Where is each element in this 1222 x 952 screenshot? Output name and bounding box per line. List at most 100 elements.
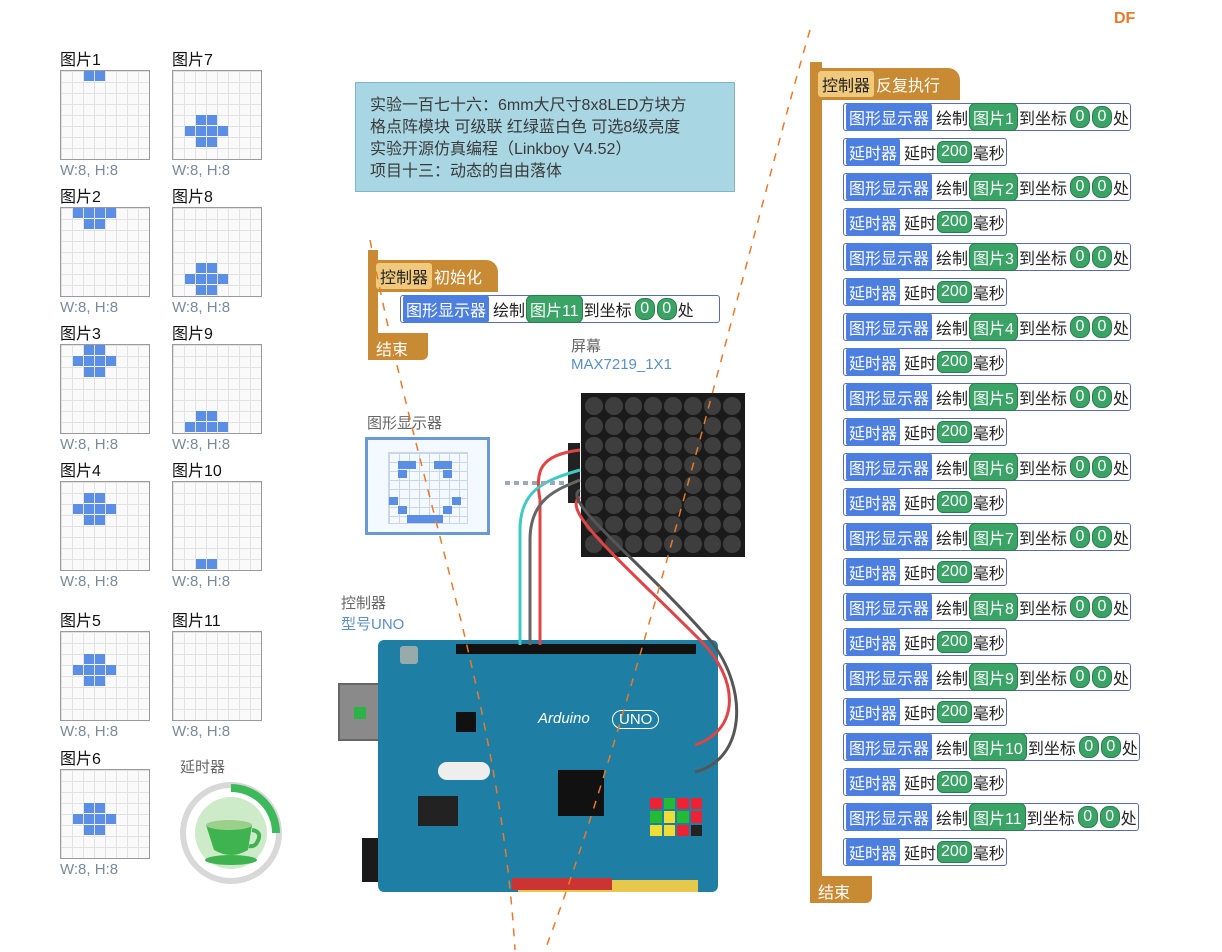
loop-delay-statement[interactable]: 延时器 延时 200 毫秒	[843, 278, 1007, 306]
y-value[interactable]: 0	[1091, 526, 1112, 548]
module-chip: 延时器	[846, 278, 901, 306]
x-value[interactable]: 0	[1069, 386, 1090, 408]
image-chip[interactable]: 图片3	[969, 243, 1018, 271]
loop-delay-statement[interactable]: 延时器 延时 200 毫秒	[843, 768, 1007, 796]
x-value[interactable]: 0	[1078, 736, 1099, 758]
loop-draw-statement[interactable]: 图形显示器 绘制 图片6 到坐标 0 0 处	[843, 453, 1131, 481]
action-text: 延时	[904, 426, 937, 443]
loop-delay-statement[interactable]: 延时器 延时 200 毫秒	[843, 698, 1007, 726]
action-text: 绘制	[936, 811, 969, 828]
suffix-text: 处	[1112, 461, 1129, 478]
y-value[interactable]: 0	[1099, 806, 1120, 828]
module-chip: 延时器	[846, 488, 901, 516]
loop-draw-statement[interactable]: 图形显示器 绘制 图片4 到坐标 0 0 处	[843, 313, 1131, 341]
loop-draw-statement[interactable]: 图形显示器 绘制 图片3 到坐标 0 0 处	[843, 243, 1131, 271]
delay-value[interactable]: 200	[937, 841, 972, 863]
module-chip: 延时器	[846, 418, 901, 446]
x-value[interactable]: 0	[1077, 806, 1098, 828]
x-value[interactable]: 0	[1069, 596, 1090, 618]
image-chip[interactable]: 图片8	[969, 593, 1018, 621]
action-text: 延时	[904, 776, 937, 793]
image-chip[interactable]: 图片11	[969, 803, 1026, 831]
x-value[interactable]: 0	[1069, 666, 1090, 688]
loop-draw-statement[interactable]: 图形显示器 绘制 图片1 到坐标 0 0 处	[843, 103, 1131, 131]
loop-draw-statement[interactable]: 图形显示器 绘制 图片11 到坐标 0 0 处	[843, 803, 1139, 831]
delay-value[interactable]: 200	[937, 491, 972, 513]
image-chip[interactable]: 图片5	[969, 383, 1018, 411]
y-value[interactable]: 0	[1091, 456, 1112, 478]
delay-value[interactable]: 200	[937, 351, 972, 373]
loop-draw-statement[interactable]: 图形显示器 绘制 图片10 到坐标 0 0 处	[843, 733, 1140, 761]
image-chip[interactable]: 图片1	[969, 103, 1018, 131]
unit-text: 毫秒	[972, 146, 1005, 163]
unit-text: 毫秒	[972, 776, 1005, 793]
unit-text: 毫秒	[972, 356, 1005, 373]
loop-delay-statement[interactable]: 延时器 延时 200 毫秒	[843, 138, 1007, 166]
delay-value[interactable]: 200	[937, 141, 972, 163]
loop-draw-statement[interactable]: 图形显示器 绘制 图片8 到坐标 0 0 处	[843, 593, 1131, 621]
y-value[interactable]: 0	[1091, 386, 1112, 408]
delay-value[interactable]: 200	[937, 561, 972, 583]
image-chip[interactable]: 图片2	[969, 173, 1018, 201]
loop-delay-statement[interactable]: 延时器 延时 200 毫秒	[843, 418, 1007, 446]
action-text: 延时	[904, 636, 937, 653]
x-value[interactable]: 0	[1069, 456, 1090, 478]
y-value[interactable]: 0	[1091, 316, 1112, 338]
delay-value[interactable]: 200	[937, 701, 972, 723]
to-text: 到坐标	[1018, 671, 1067, 688]
y-value[interactable]: 0	[1091, 596, 1112, 618]
loop-block-header[interactable]: 控制器 反复执行	[812, 68, 960, 100]
module-chip: 图形显示器	[846, 733, 933, 761]
controller-chip: 控制器	[818, 71, 875, 97]
x-value[interactable]: 0	[1069, 246, 1090, 268]
module-chip: 图形显示器	[846, 313, 933, 341]
loop-delay-statement[interactable]: 延时器 延时 200 毫秒	[843, 488, 1007, 516]
suffix-text: 处	[1121, 741, 1138, 758]
to-text: 到坐标	[1018, 601, 1067, 618]
loop-delay-statement[interactable]: 延时器 延时 200 毫秒	[843, 558, 1007, 586]
y-value[interactable]: 0	[1100, 736, 1121, 758]
delay-value[interactable]: 200	[937, 771, 972, 793]
x-value[interactable]: 0	[1069, 176, 1090, 198]
image-chip[interactable]: 图片7	[969, 523, 1018, 551]
loop-draw-statement[interactable]: 图形显示器 绘制 图片2 到坐标 0 0 处	[843, 173, 1131, 201]
y-value[interactable]: 0	[1091, 176, 1112, 198]
module-chip: 延时器	[846, 138, 901, 166]
action-text: 绘制	[936, 601, 969, 618]
suffix-text: 处	[1112, 601, 1129, 618]
delay-value[interactable]: 200	[937, 631, 972, 653]
suffix-text: 处	[1112, 251, 1129, 268]
loop-delay-statement[interactable]: 延时器 延时 200 毫秒	[843, 208, 1007, 236]
x-value[interactable]: 0	[1069, 316, 1090, 338]
x-value[interactable]: 0	[1069, 526, 1090, 548]
module-chip: 延时器	[846, 348, 901, 376]
module-chip: 延时器	[846, 838, 901, 866]
loop-delay-statement[interactable]: 延时器 延时 200 毫秒	[843, 838, 1007, 866]
action-text: 延时	[904, 496, 937, 513]
action-text: 绘制	[936, 531, 969, 548]
unit-text: 毫秒	[972, 846, 1005, 863]
y-value[interactable]: 0	[1091, 246, 1112, 268]
delay-value[interactable]: 200	[937, 281, 972, 303]
delay-value[interactable]: 200	[937, 211, 972, 233]
y-value[interactable]: 0	[1091, 666, 1112, 688]
module-chip: 图形显示器	[846, 243, 933, 271]
image-chip[interactable]: 图片4	[969, 313, 1018, 341]
action-text: 绘制	[936, 181, 969, 198]
loop-draw-statement[interactable]: 图形显示器 绘制 图片7 到坐标 0 0 处	[843, 523, 1131, 551]
image-chip[interactable]: 图片9	[969, 663, 1018, 691]
loop-delay-statement[interactable]: 延时器 延时 200 毫秒	[843, 348, 1007, 376]
module-chip: 延时器	[846, 698, 901, 726]
loop-draw-statement[interactable]: 图形显示器 绘制 图片5 到坐标 0 0 处	[843, 383, 1131, 411]
loop-end-bar: 结束	[810, 876, 872, 903]
x-value[interactable]: 0	[1069, 106, 1090, 128]
delay-value[interactable]: 200	[937, 421, 972, 443]
image-chip[interactable]: 图片10	[969, 733, 1027, 761]
unit-text: 毫秒	[972, 426, 1005, 443]
image-chip[interactable]: 图片6	[969, 453, 1018, 481]
unit-text: 毫秒	[972, 636, 1005, 653]
loop-delay-statement[interactable]: 延时器 延时 200 毫秒	[843, 628, 1007, 656]
unit-text: 毫秒	[972, 496, 1005, 513]
y-value[interactable]: 0	[1091, 106, 1112, 128]
loop-draw-statement[interactable]: 图形显示器 绘制 图片9 到坐标 0 0 处	[843, 663, 1131, 691]
